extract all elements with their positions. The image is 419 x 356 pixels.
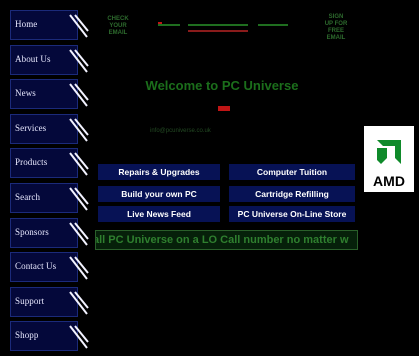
banner-line (258, 24, 288, 26)
nav-label: About Us (15, 53, 51, 64)
nav-label: Search (15, 191, 41, 202)
email-banner: CHECK YOUR EMAIL SIGN UP FOR FREE EMAIL (98, 14, 368, 44)
banner-line (158, 24, 180, 26)
nav-label: Home (15, 19, 38, 29)
amd-logo[interactable]: AMD (364, 126, 414, 192)
build-your-own-pc-button[interactable]: Build your own PC (98, 186, 220, 202)
banner-line (188, 24, 248, 26)
online-store-button[interactable]: PC Universe On-Line Store (229, 206, 355, 222)
page-title: Welcome to PC Universe (145, 78, 299, 93)
nav-item-news[interactable]: News (10, 79, 89, 110)
nav-item-products[interactable]: Products (10, 148, 89, 179)
slash-arrow-icon (69, 83, 89, 107)
nav-item-support[interactable]: Support (10, 286, 89, 317)
nav-label: Services (15, 122, 47, 133)
banner-dot (158, 22, 162, 24)
check-email-link[interactable]: CHECK YOUR EMAIL (98, 16, 138, 37)
slash-arrow-icon (69, 152, 89, 176)
sidebar-nav: Home About Us News Services Products Sea… (10, 10, 89, 356)
slash-arrow-icon (69, 256, 89, 280)
nav-label: Contact Us (15, 261, 57, 272)
nav-label: Products (15, 157, 48, 168)
nav-item-services[interactable]: Services (10, 113, 89, 144)
banner-line (188, 30, 248, 32)
live-news-feed-button[interactable]: Live News Feed (98, 206, 220, 222)
red-accent-mark (218, 106, 230, 111)
nav-item-home[interactable]: Home (10, 10, 89, 40)
slash-arrow-icon (69, 325, 89, 349)
nav-item-sponsors[interactable]: Sponsors (10, 217, 89, 248)
nav-item-about-us[interactable]: About Us (10, 44, 89, 75)
marquee-text: all PC Universe on a LO Call number no m… (95, 234, 349, 246)
amd-logo-text: AMD (373, 173, 405, 189)
repairs-upgrades-button[interactable]: Repairs & Upgrades (98, 164, 220, 180)
nav-item-shopping[interactable]: Shopp (10, 321, 89, 352)
scrolling-marquee: all PC Universe on a LO Call number no m… (95, 230, 358, 250)
cartridge-refilling-button[interactable]: Cartridge Refilling (229, 186, 355, 202)
nav-item-contact-us[interactable]: Contact Us (10, 252, 89, 283)
nav-label: Sponsors (15, 226, 49, 237)
nav-item-search[interactable]: Search (10, 182, 89, 213)
slash-arrow-icon (69, 48, 89, 73)
slash-arrow-icon (69, 118, 89, 142)
nav-label: Support (15, 295, 45, 306)
free-email-link[interactable]: SIGN UP FOR FREE EMAIL (316, 14, 356, 42)
computer-tuition-button[interactable]: Computer Tuition (229, 164, 355, 180)
slash-arrow-icon (69, 291, 89, 315)
amd-arrow-icon (377, 140, 401, 164)
nav-label: Shopp (15, 330, 39, 341)
slash-arrow-icon (69, 14, 89, 38)
slash-arrow-icon (69, 221, 89, 246)
email-address-link[interactable]: info@pcuniverse.co.uk (150, 128, 211, 134)
nav-label: News (15, 88, 36, 99)
slash-arrow-icon (69, 187, 89, 211)
